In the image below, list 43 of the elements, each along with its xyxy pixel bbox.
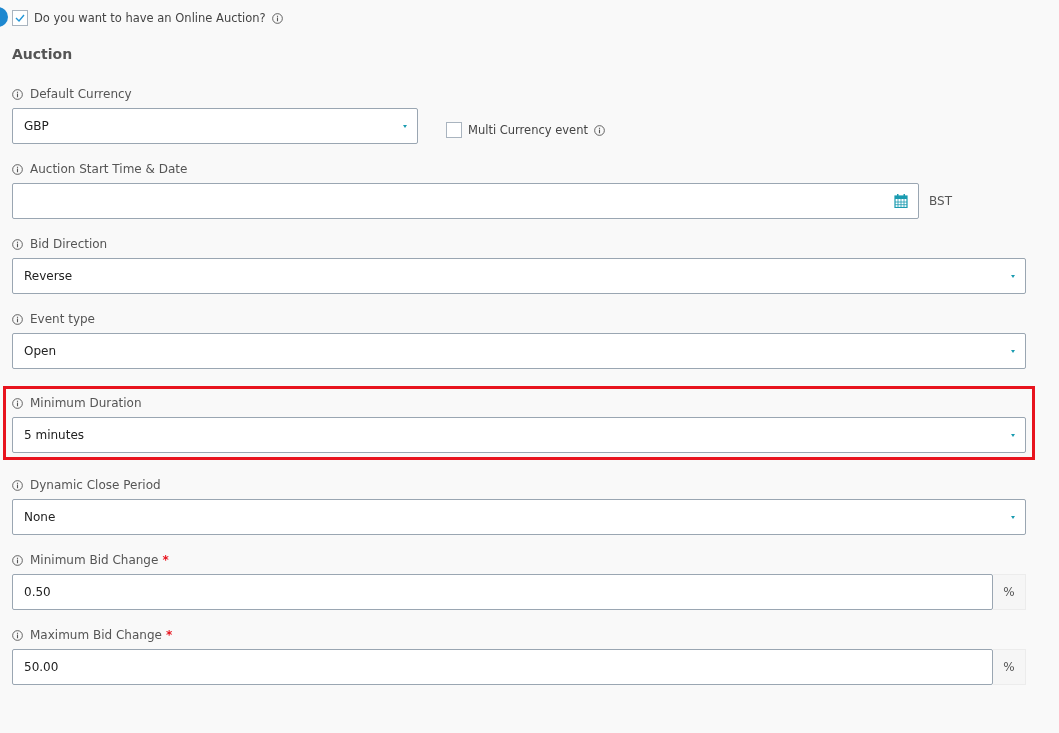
info-icon <box>12 313 23 325</box>
select-field[interactable]: Reverse <box>12 258 1026 294</box>
info-icon <box>12 397 23 409</box>
date-field[interactable] <box>12 183 920 219</box>
field-label: Default Currency <box>30 87 132 101</box>
percent-addon: % <box>993 574 1026 610</box>
select-field[interactable]: None <box>12 499 1026 535</box>
info-icon <box>271 12 283 24</box>
info-icon <box>12 163 23 175</box>
field-label: Minimum Bid Change <box>30 553 159 567</box>
percent-addon: % <box>993 649 1026 685</box>
field-label: Auction Start Time & Date <box>30 162 188 176</box>
calendar-icon[interactable] <box>894 194 909 208</box>
info-icon <box>12 554 23 566</box>
checkmark-icon <box>15 14 25 22</box>
input-field[interactable]: 0.50 <box>12 574 993 610</box>
caret-icon <box>1011 274 1015 278</box>
checkbox[interactable] <box>446 122 462 138</box>
select-field[interactable]: GBP <box>12 108 418 144</box>
caret-icon <box>1011 433 1015 437</box>
caret-icon <box>1011 349 1015 353</box>
required-mark: * <box>165 628 173 642</box>
field-label: Dynamic Close Period <box>30 478 161 492</box>
select-field[interactable]: 5 minutes <box>12 417 1026 453</box>
caret-icon <box>1011 515 1015 519</box>
field-label: Bid Direction <box>30 237 108 251</box>
field-label: Maximum Bid Change <box>30 628 162 642</box>
checkbox-label: Multi Currency event <box>468 123 588 137</box>
info-icon <box>594 124 605 136</box>
info-icon <box>12 479 23 491</box>
required-mark: * <box>162 553 169 567</box>
info-icon <box>12 629 23 641</box>
input-field[interactable]: 50.00 <box>12 649 993 685</box>
section-title: Auction <box>12 46 74 62</box>
caret-icon <box>403 124 407 128</box>
select-field[interactable]: Open <box>12 333 1026 369</box>
field-label: Event type <box>30 312 95 326</box>
field-label: Minimum Duration <box>30 396 142 410</box>
checkbox-label: Do you want to have an Online Auction? <box>34 11 266 25</box>
info-icon <box>12 88 23 100</box>
info-icon <box>12 238 23 250</box>
checkbox[interactable] <box>12 10 28 26</box>
timezone-label: BST <box>929 194 952 208</box>
